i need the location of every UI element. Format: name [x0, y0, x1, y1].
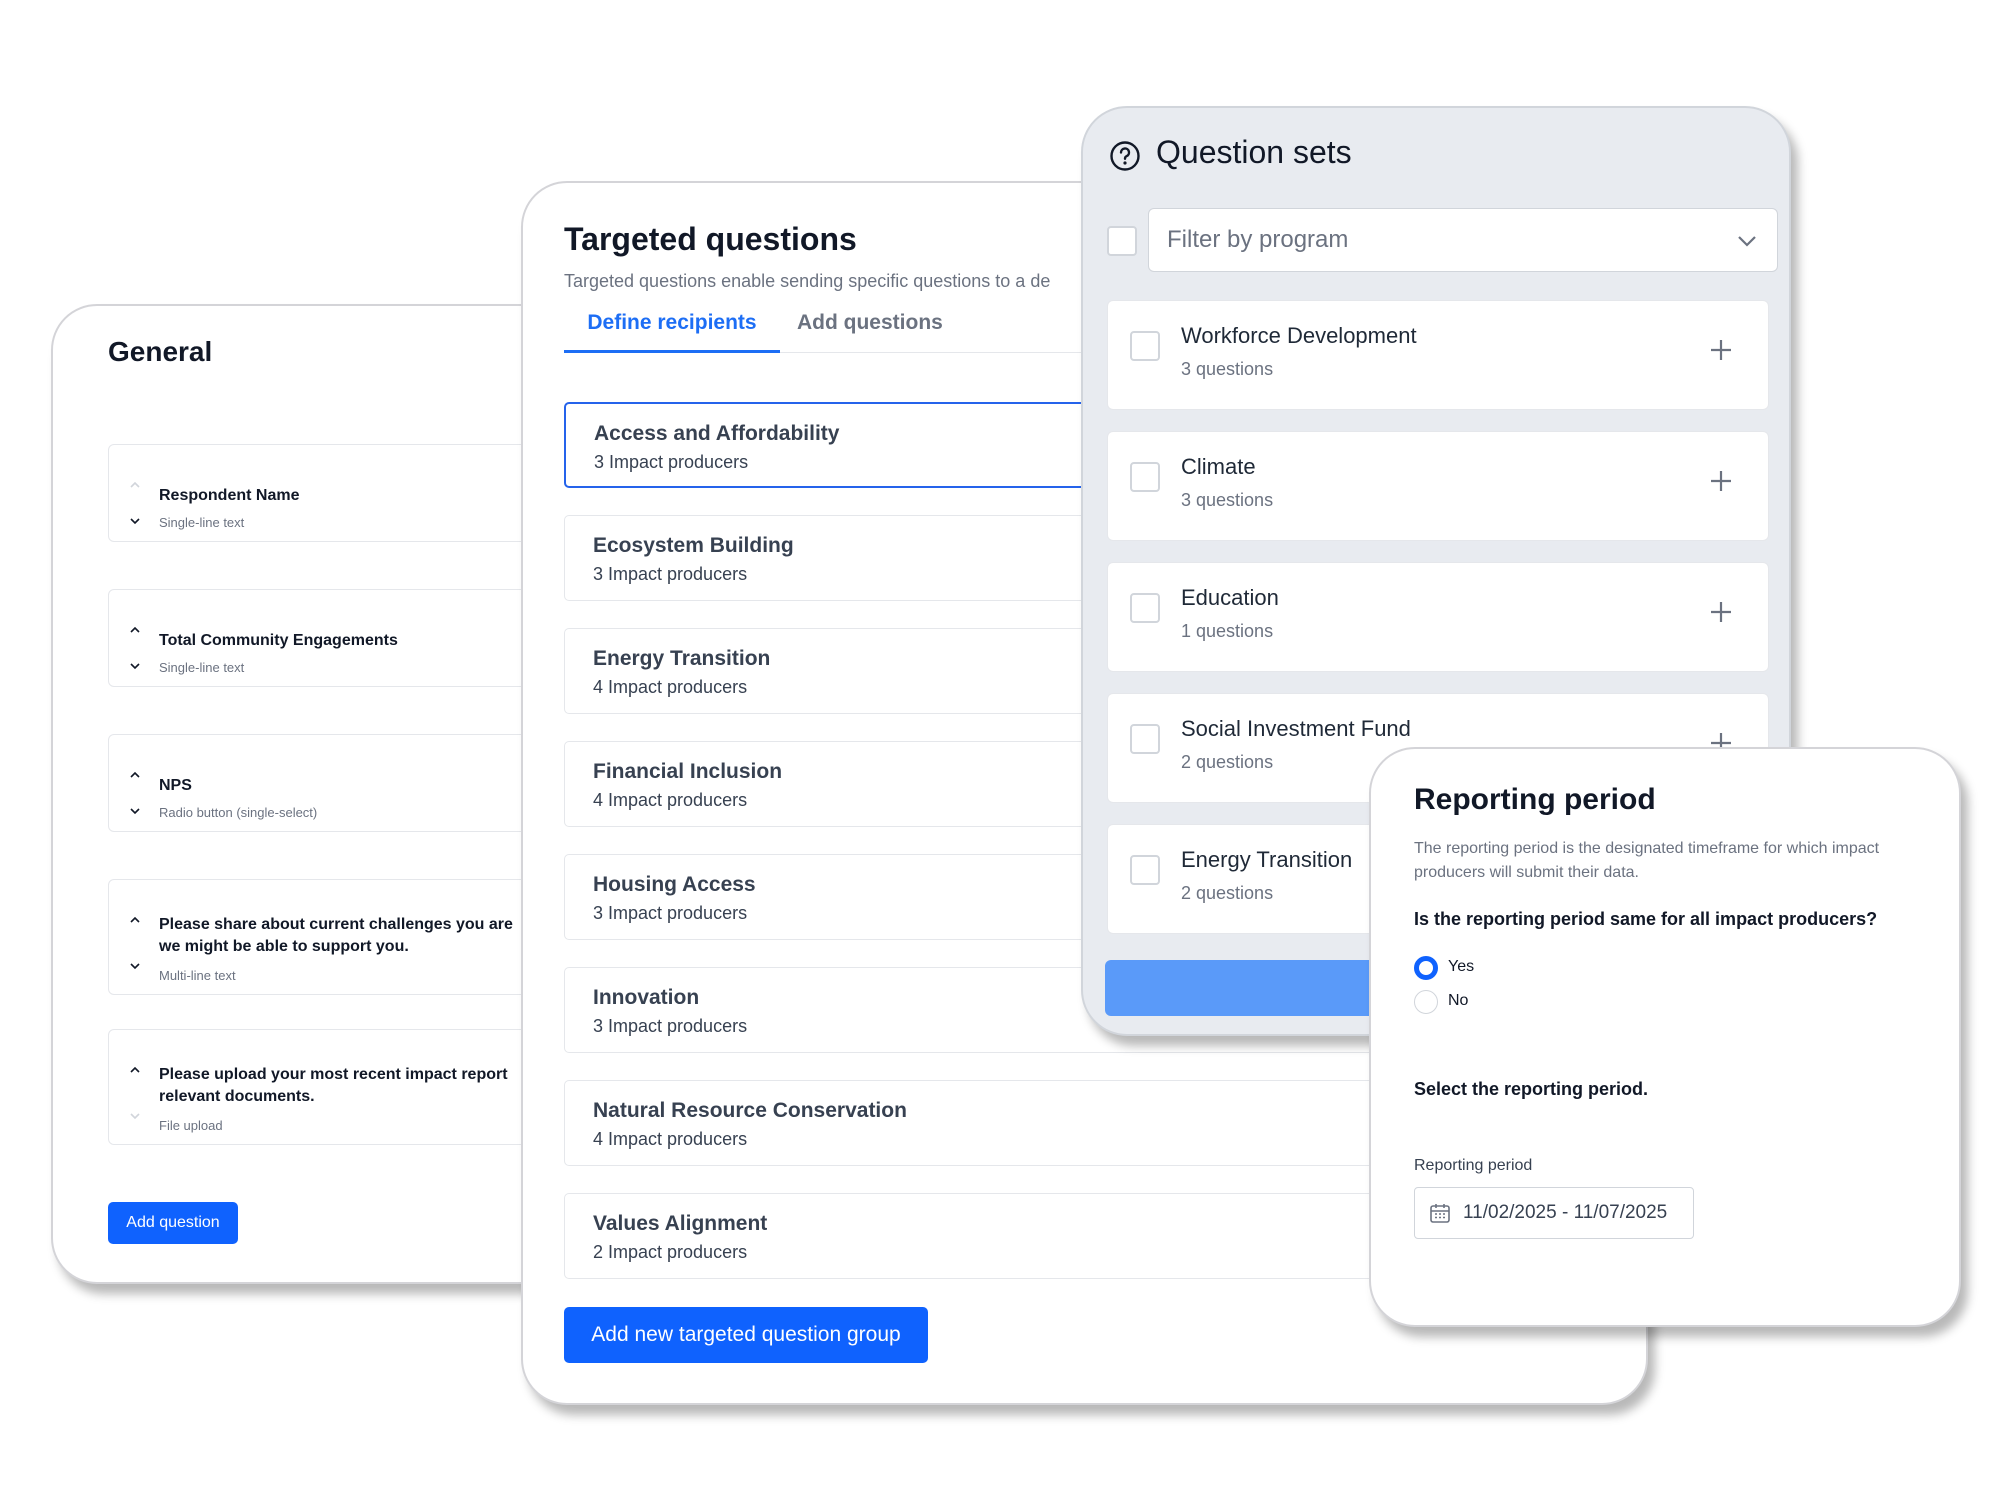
filter-placeholder: Filter by program	[1167, 226, 1349, 253]
group-count: 4 Impact producers	[593, 1129, 748, 1149]
move-down-icon[interactable]	[129, 960, 141, 972]
group-name: Energy Transition	[593, 647, 771, 670]
targeted-title: Targeted questions	[564, 221, 857, 257]
question-set-count: 1 questions	[1181, 621, 1274, 641]
question-label-line2: we might be able to support you.	[159, 938, 409, 955]
plus-icon[interactable]	[1708, 599, 1734, 625]
group-count: 4 Impact producers	[593, 677, 748, 697]
reporting-title: Reporting period	[1414, 783, 1656, 816]
question-set-count: 2 questions	[1181, 752, 1274, 772]
group-name: Natural Resource Conservation	[593, 1099, 907, 1122]
question-set-checkbox[interactable]	[1130, 724, 1160, 754]
help-circle-icon	[1110, 141, 1140, 171]
question-type: File upload	[159, 1118, 223, 1133]
calendar-icon	[1430, 1204, 1450, 1223]
radio-no-label: No	[1448, 992, 1469, 1009]
tab-define-recipients[interactable]: Define recipients	[564, 305, 780, 353]
question-set-checkbox[interactable]	[1130, 855, 1160, 885]
general-title: General	[108, 336, 213, 367]
select-period-label: Select the reporting period.	[1414, 1079, 1649, 1099]
radio-no[interactable]	[1414, 990, 1438, 1014]
reporting-period-date-range-input[interactable]: 11/02/2025 - 11/07/2025	[1414, 1187, 1694, 1239]
filter-by-program-select[interactable]: Filter by program	[1148, 208, 1778, 272]
question-set-item[interactable]: Education 1 questions	[1107, 562, 1769, 672]
move-up-icon[interactable]	[129, 624, 141, 636]
group-count: 3 Impact producers	[593, 903, 748, 923]
move-up-icon[interactable]	[129, 914, 141, 926]
question-label: Total Community Engagements	[159, 632, 398, 649]
question-type: Single-line text	[159, 660, 245, 675]
question-set-name: Social Investment Fund	[1181, 716, 1411, 741]
question-set-count: 3 questions	[1181, 490, 1274, 510]
group-count: 3 Impact producers	[593, 1016, 748, 1036]
move-down-icon[interactable]	[129, 515, 141, 527]
group-name: Housing Access	[593, 873, 756, 896]
radio-yes-label: Yes	[1448, 958, 1475, 975]
question-set-checkbox[interactable]	[1130, 593, 1160, 623]
group-count: 3 Impact producers	[594, 452, 749, 472]
group-count: 3 Impact producers	[593, 564, 748, 584]
plus-icon[interactable]	[1708, 337, 1734, 363]
group-name: Values Alignment	[593, 1212, 768, 1235]
radio-yes[interactable]	[1414, 956, 1438, 980]
reporting-description: The reporting period is the designated t…	[1414, 840, 1880, 881]
question-label: NPS	[159, 777, 192, 794]
move-up-icon[interactable]	[129, 769, 141, 781]
reporting-period-field-label: Reporting period	[1414, 1157, 1533, 1174]
question-set-checkbox[interactable]	[1130, 331, 1160, 361]
question-label-line1: Please upload your most recent impact re…	[159, 1066, 508, 1083]
question-type: Multi-line text	[159, 968, 236, 983]
question-type: Single-line text	[159, 515, 245, 530]
group-count: 4 Impact producers	[593, 790, 748, 810]
group-count: 2 Impact producers	[593, 1242, 748, 1262]
move-up-icon[interactable]	[129, 1064, 141, 1076]
question-set-count: 2 questions	[1181, 883, 1274, 903]
move-down-icon[interactable]	[129, 805, 141, 817]
question-type: Radio button (single-select)	[159, 805, 318, 820]
move-up-icon[interactable]	[129, 479, 141, 491]
add-question-button[interactable]: Add question	[108, 1202, 238, 1244]
reporting-question: Is the reporting period same for all imp…	[1414, 909, 1878, 929]
question-set-checkbox[interactable]	[1130, 462, 1160, 492]
question-set-name: Climate	[1181, 454, 1256, 479]
tab-add-questions[interactable]: Add questions	[797, 305, 943, 353]
question-label: Please upload your most recent impact re…	[159, 1064, 508, 1108]
question-label-line1: Please share about current challenges yo…	[159, 916, 513, 933]
question-label: Respondent Name	[159, 487, 300, 504]
move-down-icon[interactable]	[129, 1110, 141, 1122]
question-set-count: 3 questions	[1181, 359, 1274, 379]
question-set-name: Workforce Development	[1181, 323, 1417, 348]
reporting-period-value: 11/02/2025 - 11/07/2025	[1463, 1202, 1668, 1223]
group-name: Access and Affordability	[594, 422, 840, 445]
select-all-checkbox[interactable]	[1107, 226, 1137, 256]
question-set-item[interactable]: Workforce Development 3 questions	[1107, 300, 1769, 410]
reporting-period-card: Reporting period The reporting period is…	[1369, 747, 1961, 1327]
group-name: Financial Inclusion	[593, 760, 783, 783]
question-label: Please share about current challenges yo…	[159, 914, 513, 958]
targeted-subtitle: Targeted questions enable sending specif…	[564, 271, 1051, 291]
group-name: Ecosystem Building	[593, 534, 794, 557]
add-targeted-group-button[interactable]: Add new targeted question group	[564, 1307, 928, 1363]
group-name: Innovation	[593, 986, 700, 1009]
plus-icon[interactable]	[1708, 468, 1734, 494]
question-set-name: Education	[1181, 585, 1279, 610]
question-label-line2: relevant documents.	[159, 1088, 315, 1105]
question-set-name: Energy Transition	[1181, 847, 1353, 872]
question-set-item[interactable]: Climate 3 questions	[1107, 431, 1769, 541]
move-down-icon[interactable]	[129, 660, 141, 672]
question-sets-title: Question sets	[1156, 134, 1352, 170]
chevron-down-icon	[1738, 236, 1756, 247]
